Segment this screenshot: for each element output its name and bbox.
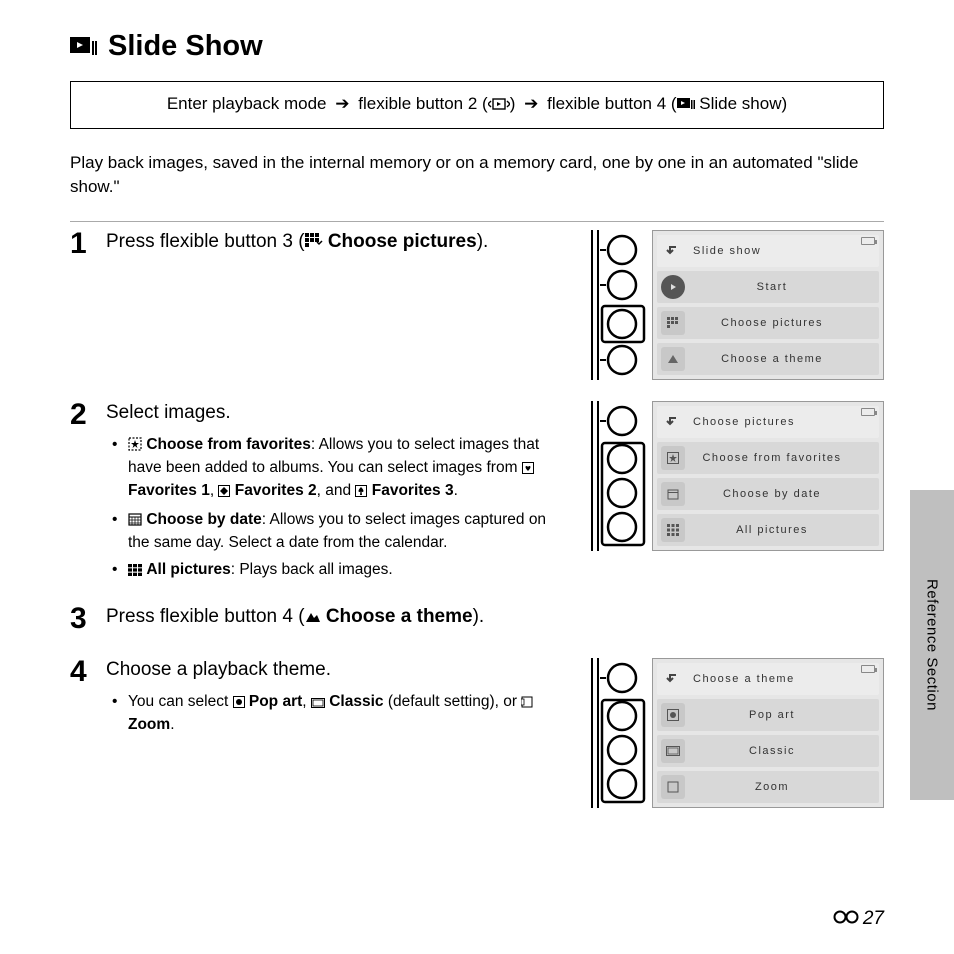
slideshow-small-icon (677, 96, 695, 116)
menu-label: Choose from favorites (693, 452, 879, 464)
link-icon (833, 908, 859, 930)
step-4: 4 Choose a playback theme. You can selec… (70, 650, 884, 813)
camera-screen: Choose pictures Choose from favorites Ch… (652, 401, 884, 551)
menu-header: Slide show (657, 235, 879, 267)
step-text: Select images. (106, 401, 564, 426)
step-text: Choose a playback theme. (106, 658, 564, 683)
nav-text: ) (510, 94, 516, 113)
camera-screen: Choose a theme Pop art Classic Zoom (652, 658, 884, 808)
step-text: Press flexible button 4 ( Choose a theme… (106, 605, 874, 632)
menu-header: Choose pictures (657, 406, 879, 438)
menu-label: Choose a theme (693, 353, 879, 365)
menu-label: Zoom (693, 781, 879, 793)
bullet-choose-date: Choose by date: Allows you to select ima… (128, 510, 564, 554)
slideshow-icon (70, 35, 98, 59)
play-icon (661, 275, 685, 299)
step-number: 4 (70, 657, 106, 687)
page-number: 27 (833, 908, 884, 930)
step-number: 2 (70, 400, 106, 430)
battery-icon (861, 408, 875, 416)
step-2-figure: Choose pictures Choose from favorites Ch… (574, 401, 884, 556)
diamond-icon (218, 483, 230, 504)
back-icon (661, 667, 685, 691)
arrow-icon: ➔ (524, 94, 538, 113)
back-icon (661, 410, 685, 434)
step-1-figure: Slide show Start Choose pictures Choose … (574, 230, 884, 385)
grid-icon (661, 311, 685, 335)
playback-menu-icon (488, 96, 510, 116)
menu-label: All pictures (693, 524, 879, 536)
step-number: 3 (70, 604, 106, 634)
menu-label: Choose by date (693, 488, 879, 500)
battery-icon (861, 237, 875, 245)
page-title: Slide Show (108, 30, 263, 63)
nav-text: Slide show) (695, 94, 788, 113)
bullet-all-pictures: All pictures: Plays back all images. (128, 560, 564, 583)
nav-text: flexible button 4 ( (547, 94, 676, 113)
menu-item-favorites[interactable]: Choose from favorites (657, 442, 879, 474)
battery-icon (861, 665, 875, 673)
menu-item-start[interactable]: Start (657, 271, 879, 303)
grid-small-icon (661, 518, 685, 542)
choose-pictures-icon (305, 232, 323, 257)
bullet-choose-favorites: Choose from favorites: Allows you to sel… (128, 435, 564, 504)
menu-item-all[interactable]: All pictures (657, 514, 879, 546)
bullet-themes: You can select Pop art, Classic (default… (128, 692, 564, 736)
page-title-row: Slide Show (70, 30, 884, 63)
menu-label: Choose a theme (693, 673, 879, 685)
menu-item-classic[interactable]: Classic (657, 735, 879, 767)
menu-item-choose-pictures[interactable]: Choose pictures (657, 307, 879, 339)
menu-label: Pop art (693, 709, 879, 721)
side-tab-label: Reference Section (924, 579, 941, 711)
zoom-icon (661, 775, 685, 799)
step-number: 1 (70, 229, 106, 259)
step-2: 2 Select images. Choose from favorites: … (70, 393, 884, 589)
arrow-icon: ➔ (335, 94, 349, 113)
step-text: Press flexible button 3 ( Choose picture… (106, 230, 564, 257)
back-icon (661, 239, 685, 263)
menu-label: Choose pictures (693, 317, 879, 329)
heart-icon (522, 460, 534, 481)
classic-icon (661, 739, 685, 763)
menu-header: Choose a theme (657, 663, 879, 695)
intro-text: Play back images, saved in the internal … (70, 151, 884, 199)
theme-icon (305, 607, 321, 632)
theme-icon (661, 347, 685, 371)
step-4-figure: Choose a theme Pop art Classic Zoom (574, 658, 884, 813)
zoom-small-icon (521, 694, 533, 715)
calendar-icon (128, 512, 142, 533)
nav-text: flexible button 2 ( (358, 94, 487, 113)
side-tab: Reference Section (910, 490, 954, 800)
camera-side-buttons (574, 658, 646, 813)
classic-small-icon (311, 694, 325, 715)
all-pictures-icon (128, 562, 142, 583)
menu-item-date[interactable]: Choose by date (657, 478, 879, 510)
menu-label: Start (693, 281, 879, 293)
menu-item-popart[interactable]: Pop art (657, 699, 879, 731)
step-1: 1 Press flexible button 3 ( Choose pictu… (70, 222, 884, 385)
popart-small-icon (233, 694, 245, 715)
star-icon (661, 446, 685, 470)
menu-label: Classic (693, 745, 879, 757)
favorites-icon (128, 437, 142, 458)
nav-text: Enter playback mode (167, 94, 327, 113)
menu-label: Choose pictures (693, 416, 879, 428)
menu-item-choose-theme[interactable]: Choose a theme (657, 343, 879, 375)
step-3: 3 Press flexible button 4 ( Choose a the… (70, 597, 884, 642)
calendar-small-icon (661, 482, 685, 506)
spade-icon (355, 483, 367, 504)
camera-side-buttons (574, 230, 646, 385)
camera-screen: Slide show Start Choose pictures Choose … (652, 230, 884, 380)
camera-side-buttons (574, 401, 646, 556)
menu-item-zoom[interactable]: Zoom (657, 771, 879, 803)
menu-label: Slide show (693, 245, 879, 257)
navigation-path-box: Enter playback mode ➔ flexible button 2 … (70, 81, 884, 129)
popart-icon (661, 703, 685, 727)
